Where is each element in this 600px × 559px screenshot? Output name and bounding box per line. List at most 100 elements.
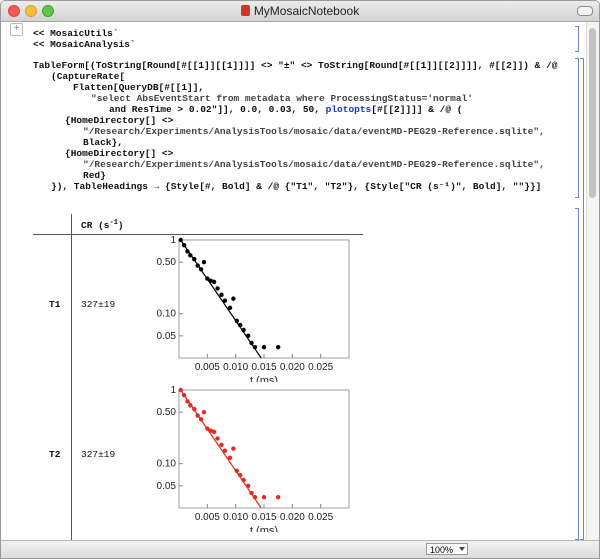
add-cell-icon[interactable]: + bbox=[10, 23, 23, 36]
x-axis-label: t (ms) bbox=[250, 525, 278, 532]
toolbar-toggle-button[interactable] bbox=[577, 6, 593, 16]
y-tick-label: 0.50 bbox=[157, 257, 177, 268]
row-heading-t2: T2 bbox=[49, 449, 61, 460]
input-line-5[interactable]: Flatten[QueryDB[#[[1]], bbox=[73, 82, 204, 93]
data-point bbox=[195, 413, 200, 418]
data-point bbox=[215, 286, 220, 291]
data-point bbox=[198, 267, 204, 272]
zoom-value: 100% bbox=[430, 545, 454, 555]
input-line-1[interactable]: << MosaicUtils` bbox=[33, 28, 119, 39]
cell-group-bracket[interactable] bbox=[580, 58, 584, 540]
data-point bbox=[195, 263, 200, 268]
data-point bbox=[215, 436, 220, 441]
input-line-7-text: and ResTime > 0.02"]], 0.0, 0.03, 50, bbox=[109, 104, 320, 115]
data-point bbox=[181, 392, 187, 398]
y-tick-label: 0.05 bbox=[157, 481, 177, 492]
input-line-9[interactable]: "/Research/Experiments/AnalysisTools/mos… bbox=[83, 126, 545, 137]
input-line-11[interactable]: {HomeDirectory[] <> bbox=[65, 148, 173, 159]
data-point bbox=[231, 296, 236, 301]
data-point bbox=[201, 409, 207, 415]
x-tick-label: 0.020 bbox=[280, 512, 305, 523]
data-point bbox=[219, 292, 224, 298]
row-heading-t1: T1 bbox=[49, 299, 61, 310]
data-point bbox=[227, 305, 233, 311]
plot-t2[interactable]: 0.005 0.010 0.015 0.020 0.025 0.50 0.10 0.05 1 t … bbox=[141, 384, 357, 532]
input-line-10[interactable]: Black}, bbox=[83, 137, 123, 148]
input-line-12[interactable]: "/Research/Experiments/AnalysisTools/mos… bbox=[83, 159, 545, 170]
x-tick-label: 0.010 bbox=[223, 512, 248, 523]
x-tick-label: 0.025 bbox=[308, 512, 333, 523]
data-point bbox=[178, 237, 183, 243]
data-point bbox=[188, 253, 193, 258]
cr-value-t2: 327±19 bbox=[81, 449, 116, 460]
notebook-doc-icon bbox=[240, 5, 250, 16]
x-tick-label: 0.010 bbox=[223, 362, 248, 373]
x-axis-label: t (ms) bbox=[250, 375, 278, 382]
data-point bbox=[185, 249, 190, 254]
data-point bbox=[234, 468, 239, 473]
y-tick-label: 0.05 bbox=[157, 331, 177, 342]
data-point bbox=[252, 495, 258, 500]
plot-t1[interactable]: 0.005 0.010 0.015 0.020 0.025 0.50 0.10 0.05 1 t … bbox=[141, 234, 357, 382]
column-header-close: ) bbox=[117, 220, 124, 232]
x-tick-label: 0.005 bbox=[195, 512, 220, 523]
data-point bbox=[178, 387, 183, 393]
data-point bbox=[219, 442, 224, 448]
input-line-6[interactable]: "select AbsEventStart from metadata wher… bbox=[91, 93, 473, 104]
data-point bbox=[211, 429, 217, 435]
status-bar: 100% bbox=[1, 540, 599, 558]
data-point bbox=[275, 495, 281, 500]
data-point bbox=[188, 403, 193, 408]
data-point bbox=[222, 298, 228, 303]
plot-frame bbox=[178, 239, 350, 359]
table-heading-divider bbox=[71, 214, 72, 540]
notebook-content[interactable]: + << MosaicUtils` << MosaicAnalysis` Tab… bbox=[1, 22, 587, 540]
title-bar[interactable]: MyMosaicNotebook bbox=[1, 1, 599, 22]
data-point bbox=[261, 495, 267, 500]
x-tick-label: 0.005 bbox=[195, 362, 220, 373]
plot-frame bbox=[178, 389, 350, 509]
data-point bbox=[192, 256, 197, 262]
data-point bbox=[249, 490, 254, 496]
column-header-text: CR (s bbox=[81, 220, 110, 232]
y-tick-label: 1 bbox=[170, 385, 176, 396]
input-line-2[interactable]: << MosaicAnalysis` bbox=[33, 39, 136, 50]
y-tick-label: 0.50 bbox=[157, 407, 177, 418]
cell-bracket-2[interactable] bbox=[575, 58, 579, 198]
y-tick-label: 0.10 bbox=[157, 459, 177, 470]
zoom-select[interactable]: 100% bbox=[426, 543, 468, 555]
data-point bbox=[238, 322, 243, 328]
x-tick-label: 0.015 bbox=[251, 512, 276, 523]
cell-bracket-1[interactable] bbox=[575, 26, 579, 52]
input-line-14[interactable]: }), TableHeadings → {Style[#, Bold] & /@… bbox=[51, 181, 541, 192]
data-point bbox=[201, 259, 207, 265]
cr-value-t1: 327±19 bbox=[81, 299, 116, 310]
data-point bbox=[181, 242, 187, 248]
input-line-7[interactable]: and ResTime > 0.02"]], 0.0, 0.03, 50, pl… bbox=[109, 104, 462, 115]
cell-bracket-3[interactable] bbox=[575, 208, 579, 540]
input-line-13[interactable]: Red} bbox=[83, 170, 106, 181]
x-tick-label: 0.020 bbox=[280, 362, 305, 373]
input-line-8[interactable]: {HomeDirectory[] <> bbox=[65, 115, 173, 126]
table-column-header: CR (s-1) bbox=[81, 219, 124, 231]
y-tick-label: 1 bbox=[170, 235, 176, 246]
x-tick-label: 0.025 bbox=[308, 362, 333, 373]
window-title-container: MyMosaicNotebook bbox=[1, 4, 599, 18]
data-point bbox=[245, 483, 251, 489]
plotopts-symbol: plotopts bbox=[325, 104, 372, 115]
input-line-4[interactable]: (CaptureRate[ bbox=[51, 71, 125, 82]
data-point bbox=[198, 417, 204, 422]
input-line-7-tail: [#[[2]]]] & /@ ( bbox=[371, 104, 463, 115]
data-point bbox=[192, 406, 197, 412]
data-point bbox=[234, 318, 239, 323]
data-point bbox=[275, 345, 281, 350]
vertical-scrollbar[interactable] bbox=[586, 22, 599, 540]
vertical-scroll-thumb[interactable] bbox=[589, 28, 596, 198]
data-point bbox=[227, 455, 233, 461]
input-line-3[interactable]: TableForm[(ToString[Round[#[[1]][[1]]]] … bbox=[33, 60, 558, 71]
data-point bbox=[231, 446, 236, 451]
data-point bbox=[249, 340, 254, 346]
column-header-sup: -1 bbox=[109, 219, 118, 227]
data-point bbox=[222, 448, 228, 453]
data-point bbox=[245, 333, 251, 339]
